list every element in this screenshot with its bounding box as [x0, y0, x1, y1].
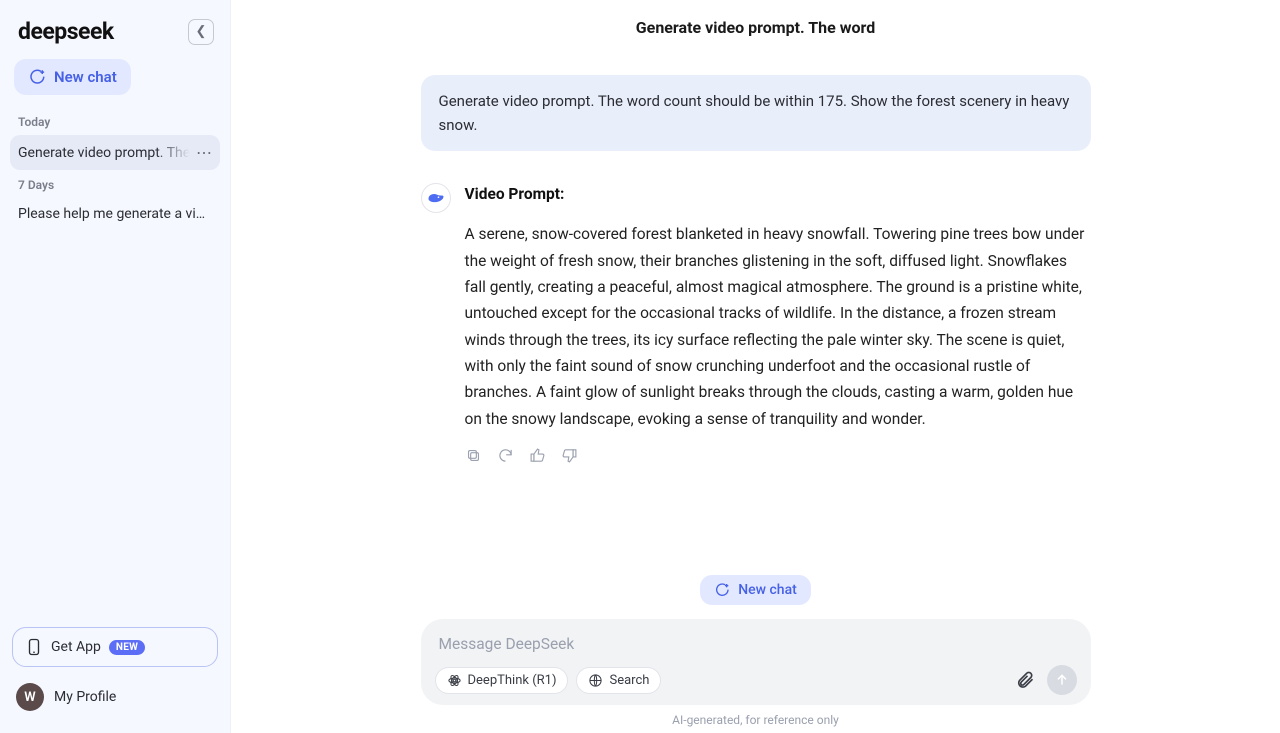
copy-button[interactable]: [465, 446, 483, 464]
assistant-message-row: Video Prompt: A serene, snow-covered for…: [421, 181, 1091, 432]
deepthink-chip[interactable]: DeepThink (R1): [435, 667, 569, 694]
new-chat-label: New chat: [54, 68, 117, 86]
thumbs-up-icon: [529, 447, 546, 464]
collapse-sidebar-button[interactable]: ❮: [188, 19, 214, 45]
new-chat-button[interactable]: New chat: [14, 59, 131, 95]
chat-history-title: Generate video prompt. The: [18, 145, 190, 161]
composer-area: New chat DeepThink (R1): [231, 565, 1280, 733]
chevron-left-icon: ❮: [196, 24, 207, 39]
profile-label: My Profile: [54, 689, 116, 705]
conversation-title: Generate video prompt. The word: [231, 0, 1280, 47]
arrow-up-icon: [1054, 672, 1070, 688]
attach-button[interactable]: [1013, 668, 1037, 692]
thumbs-down-button[interactable]: [561, 446, 579, 464]
new-chat-pill-label: New chat: [738, 582, 797, 598]
new-chat-pill[interactable]: New chat: [700, 575, 811, 605]
deepthink-label: DeepThink (R1): [468, 673, 557, 688]
new-badge: NEW: [109, 640, 145, 655]
more-options-icon[interactable]: ⋯: [192, 143, 212, 162]
thumbs-up-button[interactable]: [529, 446, 547, 464]
conversation-scroll[interactable]: Generate video prompt. The word count sh…: [231, 47, 1280, 565]
sidebar-header: deepseek ❮: [10, 12, 220, 59]
deepseek-whale-icon: [426, 188, 446, 208]
paperclip-icon: [1015, 670, 1035, 690]
regenerate-button[interactable]: [497, 446, 515, 464]
search-chip[interactable]: Search: [576, 667, 661, 694]
avatar: W: [16, 683, 44, 711]
send-button[interactable]: [1047, 665, 1077, 695]
composer: DeepThink (R1) Search: [421, 619, 1091, 705]
chat-history-title: Please help me generate a video: [18, 206, 212, 222]
main: Generate video prompt. The word Generate…: [231, 0, 1280, 733]
chat-history-item[interactable]: Please help me generate a video: [10, 198, 220, 230]
assistant-body: A serene, snow-covered forest blanketed …: [465, 221, 1091, 432]
search-label: Search: [609, 673, 649, 688]
get-app-label: Get App: [51, 639, 101, 655]
sidebar: deepseek ❮ New chat Today Generate video…: [0, 0, 231, 733]
phone-icon: [25, 638, 43, 656]
refresh-icon: [497, 447, 514, 464]
user-message-row: Generate video prompt. The word count sh…: [421, 75, 1091, 151]
assistant-heading: Video Prompt:: [465, 181, 1091, 207]
chat-history-item[interactable]: Generate video prompt. The ⋯: [10, 135, 220, 170]
brand-logo: deepseek: [18, 18, 114, 45]
assistant-avatar: [421, 183, 451, 213]
get-app-button[interactable]: Get App NEW: [12, 627, 218, 667]
globe-icon: [588, 673, 603, 688]
copy-icon: [465, 447, 482, 464]
section-label-7days: 7 Days: [10, 172, 220, 196]
assistant-message: Video Prompt: A serene, snow-covered for…: [465, 181, 1091, 432]
message-input[interactable]: [435, 633, 1077, 663]
new-chat-icon: [714, 582, 730, 598]
profile-button[interactable]: W My Profile: [10, 673, 220, 721]
thumbs-down-icon: [561, 447, 578, 464]
atom-icon: [447, 673, 462, 688]
user-message: Generate video prompt. The word count sh…: [421, 75, 1091, 151]
new-chat-icon: [28, 68, 46, 86]
section-label-today: Today: [10, 109, 220, 133]
footer-note: AI-generated, for reference only: [672, 713, 839, 727]
message-actions: [465, 446, 1091, 464]
